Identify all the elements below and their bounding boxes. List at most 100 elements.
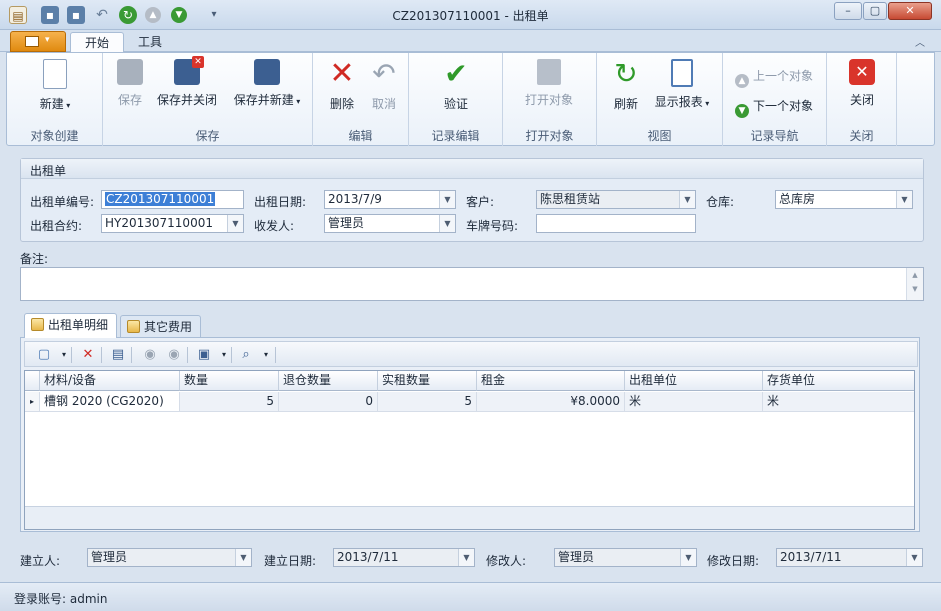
grid-toolbar: ▢ ▾ ✕ ▤ ◉ ◉ ▣ ▾ ⌕ ▾ [24,341,918,367]
verify-button[interactable]: ✔ 验证 [439,59,473,112]
warehouse-field[interactable]: 总库房 ▼ [775,190,913,209]
table-cell[interactable]: 5 [378,392,477,412]
chevron-down-icon[interactable]: ▼ [458,549,474,566]
row-indicator-icon[interactable]: ▸ [25,392,40,412]
chevron-down-icon[interactable]: ▼ [896,191,912,208]
group-label: 打开对象 [525,129,574,143]
grid-footer [25,506,914,529]
save-new-button[interactable]: 保存并新建 ▾ [225,59,309,108]
column-header[interactable]: 退仓数量 [279,371,378,391]
table-cell[interactable]: ¥8.0000 [477,392,625,412]
modified-date-label: 修改日期: [707,554,760,568]
column-header[interactable]: 数量 [180,371,279,391]
created-date-label: 建立日期: [264,554,317,568]
previous-object-button[interactable]: ▲ 上一个对象 [735,66,813,88]
save-close-button[interactable]: ✕ 保存并关闭 [155,56,219,108]
delete-icon: ✕ [329,56,355,91]
close-window-button[interactable]: ✕ [888,2,932,20]
groupbox-header: 出租单 [21,159,923,179]
tab-home[interactable]: 开始 [70,32,125,53]
modifier-label: 修改人: [486,554,527,568]
table-cell[interactable]: 0 [279,392,378,412]
note-scrollbar[interactable]: ▲ ▼ [906,268,923,300]
order-no-label: 出租单编号: [30,195,95,209]
group-edit: ✕ 删除 ↶ 取消 编辑 [313,53,409,146]
show-report-button[interactable]: 显示报表 ▾ [651,59,713,110]
date-field[interactable]: 2013/7/9 ▼ [324,190,456,209]
column-header[interactable]: 存货单位 [763,371,914,391]
open-object-icon [537,59,561,85]
new-document-icon [43,59,67,89]
edit-sheet-icon [31,318,44,331]
chevron-down-icon[interactable]: ▼ [235,549,251,566]
delete-icon[interactable]: ✕ [79,346,97,364]
group-label: 记录编辑 [431,129,480,143]
chevron-down-icon[interactable]: ▼ [680,549,696,566]
group-object-create: 新建 ▾ 对象创建 [7,53,103,146]
maximize-button[interactable]: ▢ [863,2,887,20]
column-header[interactable]: 材料/设备 [40,371,180,391]
save-new-icon [254,59,280,85]
column-header[interactable]: 出租单位 [625,371,763,391]
contract-label: 出租合约: [30,219,83,233]
column-header[interactable]: 实租数量 [378,371,477,391]
note-textarea[interactable] [20,267,924,301]
refresh-icon: ↻ [614,57,638,90]
creator-label: 建立人: [20,554,61,568]
toolbar-overflow-icon[interactable] [263,346,281,364]
next-object-button[interactable]: ▼ 下一个对象 [735,96,813,118]
creator-field[interactable]: 管理员 ▼ [87,548,252,567]
chevron-down-icon[interactable]: ▼ [439,215,455,232]
save-disk-icon[interactable]: ▣ [195,346,213,364]
collapse-ribbon-icon[interactable]: ︿ [915,34,925,49]
application-menu-button[interactable]: ▾ [10,31,66,52]
modified-date-field[interactable]: 2013/7/11 ▼ [776,548,923,567]
group-record-nav: ▲ 上一个对象 ▼ 下一个对象 记录导航 [723,53,827,146]
title-bar: ▤ ▪ ▪ ↶ ↻ ▲ ▼ ▾ CZ201307110001 - 出租单 – ▢… [0,0,941,30]
group-record-edit: ✔ 验证 记录编辑 [409,53,503,146]
date-label: 出租日期: [254,195,307,209]
table-cell[interactable]: 米 [625,392,763,412]
checkmark-icon: ✔ [444,57,468,90]
plate-field[interactable] [536,214,696,233]
table-cell[interactable]: 5 [180,392,279,412]
group-label: 关闭 [849,129,874,143]
chevron-down-icon[interactable]: ▼ [906,549,922,566]
delete-button[interactable]: ✕ 删除 [327,59,357,112]
customer-label: 客户: [466,195,495,209]
chevron-down-icon[interactable]: ▼ [439,191,455,208]
save-grid-icon[interactable]: ▤ [109,346,127,364]
save-button[interactable]: 保存 [115,59,145,108]
refresh-button[interactable]: ↻ 刷新 [611,59,641,112]
column-header[interactable]: 租金 [477,371,625,391]
minimize-button[interactable]: – [834,2,862,20]
tab-tools[interactable]: 工具 [124,32,176,53]
created-date-field[interactable]: 2013/7/11 ▼ [333,548,475,567]
table-cell[interactable]: 米 [763,392,914,412]
sender-field[interactable]: 管理员 ▼ [324,214,456,233]
move-down-icon[interactable]: ◉ [165,346,183,364]
customer-field[interactable]: 陈思租赁站 ▼ [536,190,696,209]
table-cell[interactable]: 槽钢 2020 (CG2020) [40,392,180,412]
close-button[interactable]: ✕ 关闭 [847,59,877,108]
contract-field[interactable]: HY201307110001 ▼ [101,214,244,233]
new-button[interactable]: 新建 ▾ [33,59,77,112]
down-arrow-icon: ▼ [735,104,749,118]
tab-order-detail[interactable]: 出租单明细 [24,313,118,338]
modifier-field[interactable]: 管理员 ▼ [554,548,697,567]
status-bar: 登录账号: admin [0,582,941,611]
new-row-icon[interactable]: ▢ [35,346,53,364]
save-close-icon: ✕ [174,56,204,85]
groupbox-title: 出租单 [30,164,67,178]
open-object-button[interactable]: 打开对象 [523,59,575,108]
order-no-field[interactable]: CZ201307110001 [101,190,244,209]
search-icon[interactable]: ⌕ [237,346,255,364]
cancel-button[interactable]: ↶ 取消 [369,59,399,112]
chevron-down-icon[interactable]: ▼ [679,191,695,208]
plate-label: 车牌号码: [466,219,519,233]
sender-label: 收发人: [254,219,295,233]
move-up-icon[interactable]: ◉ [141,346,159,364]
chevron-down-icon[interactable]: ▼ [227,215,243,232]
tab-other-fees[interactable]: 其它费用 [120,315,202,337]
close-icon: ✕ [849,59,875,85]
